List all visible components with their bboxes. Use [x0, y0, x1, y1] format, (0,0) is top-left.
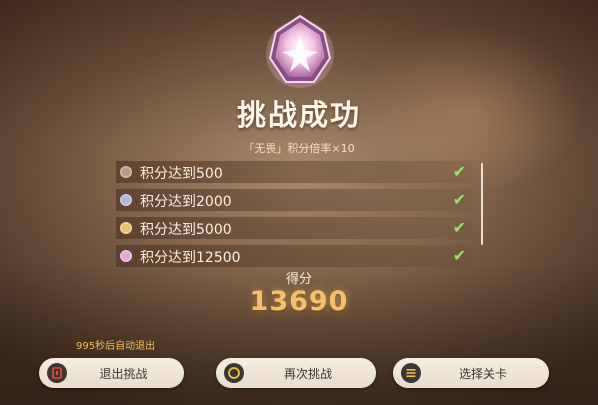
circle-icon — [224, 363, 244, 383]
check-icon: ✔ — [452, 246, 466, 265]
check-icon: ✔ — [452, 190, 466, 209]
exit-challenge-button[interactable]: 退出挑战 — [39, 358, 184, 388]
check-icon: ✔ — [452, 162, 466, 181]
exit-door-icon — [47, 363, 67, 383]
score-multiplier: 「无畏」积分倍率×10 — [243, 142, 355, 155]
objective-scrollbar[interactable] — [481, 163, 483, 245]
objective-label: 积分达到12500 — [140, 250, 241, 266]
check-icon: ✔ — [452, 218, 466, 237]
objective-row: 积分达到5000 ✔ — [116, 217, 472, 239]
objective-row: 积分达到2000 ✔ — [116, 189, 472, 211]
score-value: 13690 — [249, 286, 349, 317]
star-emblem-icon — [266, 14, 334, 88]
gem-icon — [120, 166, 132, 178]
select-stage-label: 选择关卡 — [458, 367, 507, 381]
objective-label: 积分达到500 — [140, 166, 223, 182]
objective-label: 积分达到2000 — [140, 194, 232, 210]
gem-icon — [120, 222, 132, 234]
select-stage-button[interactable]: 选择关卡 — [393, 358, 549, 388]
gem-icon — [120, 250, 132, 262]
objective-row: 积分达到12500 ✔ — [116, 245, 472, 267]
objective-label: 积分达到5000 — [140, 222, 232, 238]
retry-challenge-button[interactable]: 再次挑战 — [216, 358, 376, 388]
exit-challenge-label: 退出挑战 — [99, 367, 148, 381]
score-label: 得分 — [285, 272, 312, 287]
objective-row: 积分达到500 ✔ — [116, 161, 472, 183]
auto-exit-countdown: 995秒后自动退出 — [76, 341, 156, 352]
page-title: 挑战成功 — [236, 98, 361, 132]
menu-list-icon — [401, 363, 421, 383]
retry-challenge-label: 再次挑战 — [283, 367, 332, 381]
gem-icon — [120, 194, 132, 206]
objective-list: 积分达到500 ✔ 积分达到2000 ✔ 积分达到5000 ✔ 积分达到1250… — [116, 161, 472, 273]
